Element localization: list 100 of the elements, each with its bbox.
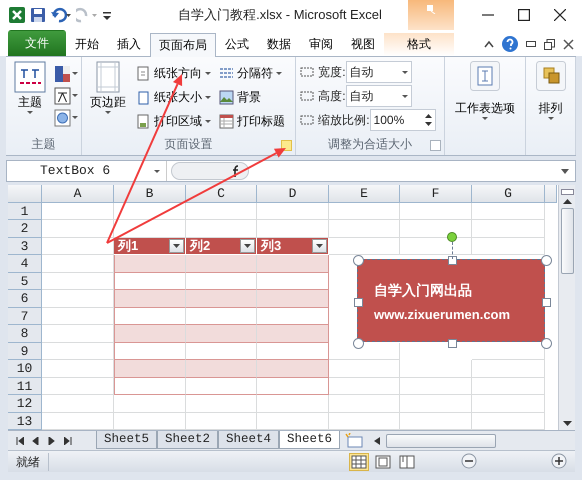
grid-cell[interactable] (42, 378, 114, 395)
grid-cell[interactable] (42, 342, 114, 360)
grid-cell[interactable] (400, 360, 472, 378)
grid-cell[interactable] (114, 202, 186, 220)
grid-cell[interactable] (472, 378, 545, 395)
row-header[interactable]: 13 (8, 412, 42, 430)
spinner-field[interactable]: 100% (370, 109, 436, 131)
dialog-launcher[interactable] (281, 140, 292, 151)
dropdown-field[interactable]: 自动 (346, 85, 412, 107)
row-header[interactable]: 5 (8, 272, 42, 290)
grid-cell[interactable] (114, 395, 186, 412)
grid-cell[interactable] (186, 395, 257, 412)
grid-cell[interactable] (472, 238, 545, 255)
row-header[interactable]: 10 (8, 360, 42, 378)
column-header[interactable]: B (114, 185, 186, 202)
sheet-tab[interactable]: Sheet5 (96, 431, 158, 449)
text-box-shape[interactable]: 自学入门网出品 www.zixuerumen.com (357, 259, 545, 342)
row-header[interactable]: 4 (8, 255, 42, 272)
ribbon-button[interactable]: 打印标题 (217, 109, 287, 133)
theme-colors-icon[interactable] (54, 65, 78, 83)
grid-cell[interactable] (329, 360, 400, 378)
maximize-icon[interactable] (518, 9, 530, 21)
restore-icon[interactable] (544, 38, 555, 50)
grid-cell[interactable] (42, 202, 114, 220)
minimize-icon[interactable] (526, 41, 536, 47)
ribbon-tab[interactable]: 页面布局 (150, 33, 216, 57)
row-header[interactable]: 3 (8, 238, 42, 255)
help-icon[interactable] (502, 36, 518, 52)
sheet-tab[interactable]: Sheet6 (279, 431, 340, 449)
grid-cell[interactable] (472, 220, 545, 238)
next-sheet-icon[interactable] (48, 436, 56, 444)
dialog-launcher[interactable] (430, 140, 441, 151)
row-header[interactable]: 1 (8, 202, 42, 220)
ribbon-tab[interactable]: 文件 (8, 30, 66, 56)
grid-cell[interactable] (42, 220, 114, 238)
grid-cell[interactable] (472, 202, 545, 220)
sheet-tab[interactable]: Sheet4 (218, 431, 280, 449)
filter-button[interactable] (240, 238, 255, 253)
row-header[interactable]: 11 (8, 378, 42, 395)
grid-cell[interactable] (42, 272, 114, 290)
ribbon-tab[interactable]: 开始 (66, 32, 108, 56)
grid-cell[interactable] (400, 395, 472, 412)
ribbon-button[interactable]: 背景 (217, 85, 287, 109)
grid-cell[interactable] (42, 308, 114, 325)
scroll-down-icon[interactable] (562, 421, 572, 426)
row-header[interactable]: 8 (8, 325, 42, 342)
close-icon[interactable] (563, 38, 574, 50)
grid-cell[interactable] (329, 202, 400, 220)
column-header[interactable]: C (186, 185, 257, 202)
column-header[interactable]: F (400, 185, 472, 202)
last-sheet-icon[interactable] (64, 436, 72, 444)
grid-cell[interactable] (472, 360, 545, 378)
grid-cell[interactable] (472, 395, 545, 412)
grid-cell[interactable] (329, 378, 400, 395)
scroll-thumb[interactable] (560, 208, 574, 274)
column-header[interactable]: E (329, 185, 400, 202)
expand-formula-bar-icon[interactable] (561, 169, 569, 174)
collapse-ribbon-icon[interactable] (484, 40, 494, 48)
row-header[interactable]: 7 (8, 308, 42, 325)
grid-cell[interactable] (42, 395, 114, 412)
filter-button[interactable] (169, 238, 184, 253)
page-layout-view-button[interactable] (373, 452, 393, 470)
ribbon-tab[interactable]: 数据 (258, 32, 300, 56)
margins-button[interactable]: 页边距 (86, 61, 130, 114)
grid-cell[interactable] (400, 378, 472, 395)
normal-view-button[interactable] (349, 452, 369, 470)
grid-cell[interactable] (257, 395, 329, 412)
save-icon[interactable] (30, 7, 46, 23)
ribbon-tab[interactable]: 插入 (108, 32, 150, 56)
insert-sheet-icon[interactable] (344, 432, 364, 448)
zoom-out-icon[interactable] (461, 452, 477, 468)
theme-fonts-icon[interactable] (54, 87, 78, 105)
ribbon-tab[interactable]: 公式 (216, 32, 258, 56)
theme-effects-icon[interactable] (54, 109, 78, 127)
column-header[interactable]: A (42, 185, 114, 202)
close-icon[interactable] (554, 9, 566, 21)
column-header[interactable]: D (257, 185, 329, 202)
previous-sheet-icon[interactable] (32, 436, 40, 444)
grid-cell[interactable] (329, 238, 400, 255)
split-handle-icon[interactable] (560, 189, 574, 195)
ribbon-button[interactable]: 分隔符 (217, 61, 287, 85)
column-header[interactable]: G (472, 185, 545, 202)
ribbon-tab[interactable]: 审阅 (300, 32, 342, 56)
dropdown-field[interactable]: 自动 (346, 61, 412, 83)
grid-cell[interactable] (186, 202, 257, 220)
arrange-button[interactable]: 排列 (532, 61, 570, 120)
zoom-in-icon[interactable] (551, 452, 567, 468)
grid-cell[interactable] (400, 202, 472, 220)
filter-button[interactable] (312, 238, 327, 253)
grid-cell[interactable] (329, 220, 400, 238)
page-break-view-button[interactable] (397, 452, 417, 470)
scroll-up-icon[interactable] (562, 199, 572, 204)
sheet-tab[interactable]: Sheet2 (157, 431, 218, 449)
row-header[interactable]: 2 (8, 220, 42, 238)
row-header[interactable]: 9 (8, 342, 42, 360)
scroll-left-icon[interactable] (374, 436, 380, 444)
insert-function-icon[interactable] (171, 162, 249, 180)
sheet-options-button[interactable]: 工作表选项 (451, 61, 520, 120)
horizontal-scroll-thumb[interactable] (386, 434, 496, 448)
themes-button[interactable]: 主题 (10, 61, 50, 114)
